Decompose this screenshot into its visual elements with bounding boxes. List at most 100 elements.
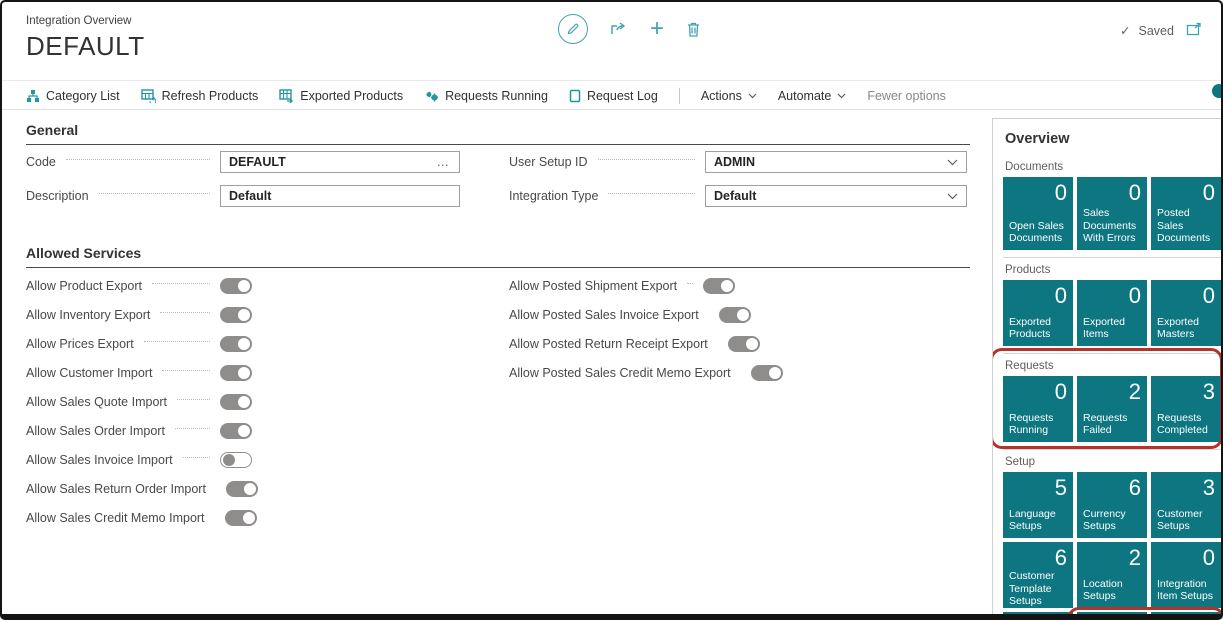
toggle-allow-prices-export[interactable] (220, 336, 252, 352)
description-field-row: Description Default (26, 185, 460, 207)
allowed-services-left-column: Allow Product Export Allow Inventory Exp… (26, 278, 252, 539)
tile-value: 0 (1009, 181, 1067, 205)
toggle-allow-posted-return-receipt-export[interactable] (728, 336, 760, 352)
tile-integration-item-setups[interactable]: 0 Integration Item Setups (1151, 542, 1221, 608)
tile-label: Exported Products (1009, 316, 1067, 341)
page-title: DEFAULT (26, 31, 145, 62)
toggle-row: Allow Posted Return Receipt Export (509, 336, 735, 352)
category-list-button[interactable]: Category List (26, 89, 120, 103)
tile-label: Location Setups (1083, 578, 1141, 603)
tile-label: Sales Documents With Errors (1083, 207, 1141, 245)
requests-running-button[interactable]: Requests Running (424, 89, 548, 103)
tile-language-setups[interactable]: 5 Language Setups (1003, 472, 1073, 538)
toggle-allow-sales-return-order-import[interactable] (226, 481, 258, 497)
tile-requests-failed[interactable]: 2 Requests Failed (1077, 376, 1147, 442)
toggle-allow-posted-sales-credit-memo-export[interactable] (751, 365, 783, 381)
toggle-allow-product-export[interactable] (220, 278, 252, 294)
cue-group-requests: Requests 0 Requests Running 2 Requests F… (1003, 353, 1221, 442)
description-input[interactable]: Default (220, 185, 460, 207)
tile-value: 0 (1009, 380, 1067, 404)
tile-customer-setups[interactable]: 3 Customer Setups (1151, 472, 1221, 538)
pencil-icon (566, 22, 580, 36)
tile-requests-running[interactable]: 0 Requests Running (1003, 376, 1073, 442)
integration-type-select[interactable]: Default (705, 185, 967, 207)
tile-currency-setups[interactable]: 6 Currency Setups (1077, 472, 1147, 538)
tile-label: Integration Item Setups (1157, 578, 1215, 603)
toggle-allow-posted-shipment-export[interactable] (703, 278, 735, 294)
tile-open-sales-documents[interactable]: 0 Open Sales Documents (1003, 177, 1073, 250)
toggle-row: Allow Inventory Export (26, 307, 252, 323)
user-setup-id-field-row: User Setup ID ADMIN (509, 151, 967, 173)
dotted-leader (608, 193, 695, 194)
tile-label: Requests Completed (1157, 412, 1215, 437)
share-button[interactable] (610, 21, 628, 37)
cue-group-setup: Setup 5 Language Setups 6 Currency Setup… (1003, 449, 1221, 616)
tile-exported-products[interactable]: 0 Exported Products (1003, 280, 1073, 346)
delete-button[interactable] (686, 21, 701, 38)
edit-button[interactable] (558, 14, 588, 44)
tile-exported-masters[interactable]: 0 Exported Masters (1151, 280, 1221, 346)
code-input[interactable]: DEFAULT … (220, 151, 460, 173)
fewer-options-button[interactable]: Fewer options (867, 89, 946, 103)
toggle-row: Allow Sales Order Import (26, 423, 252, 439)
toggle-row: Allow Posted Shipment Export (509, 278, 735, 294)
tile-label: Language Setups (1009, 508, 1067, 533)
dotted-leader (99, 193, 210, 194)
toggle-allow-sales-credit-memo-import[interactable] (225, 510, 257, 526)
toggle-allow-sales-invoice-import[interactable] (220, 452, 252, 468)
open-in-new-window-icon (1186, 22, 1203, 37)
tile-additional-data-setups[interactable]: 0 Additional Data Setups (1003, 612, 1073, 616)
tile-value: 0 (1157, 284, 1215, 308)
plus-icon: + (650, 17, 664, 41)
tile-location-setups[interactable]: 2 Location Setups (1077, 542, 1147, 608)
user-setup-id-select[interactable]: ADMIN (705, 151, 967, 173)
toggle-label: Allow Posted Sales Invoice Export (509, 308, 699, 322)
tile-label: Requests Failed (1083, 412, 1141, 437)
dotted-leader (687, 283, 693, 284)
toggle-allow-sales-quote-import[interactable] (220, 394, 252, 410)
code-value: DEFAULT (229, 155, 286, 169)
toggle-allow-inventory-export[interactable] (220, 307, 252, 323)
tile-scheduled-request-setups[interactable]: 1 Scheduled Request Setups (1151, 612, 1221, 616)
dotted-leader (175, 428, 210, 429)
dotted-leader (66, 159, 210, 160)
refresh-products-button[interactable]: Refresh Products (141, 89, 259, 103)
tile-posted-sales-documents[interactable]: 0 Posted Sales Documents (1151, 177, 1221, 250)
breadcrumb[interactable]: Integration Overview (26, 15, 131, 27)
tile-requests-completed[interactable]: 3 Requests Completed (1151, 376, 1221, 442)
toggle-label: Allow Posted Shipment Export (509, 279, 677, 293)
toggle-label: Allow Sales Order Import (26, 424, 165, 438)
requests-running-label: Requests Running (445, 89, 548, 103)
actions-menu-label: Actions (701, 89, 742, 103)
request-log-button[interactable]: Request Log (569, 89, 658, 103)
tile-exported-items[interactable]: 0 Exported Items (1077, 280, 1147, 346)
toggle-row: Allow Customer Import (26, 365, 252, 381)
tile-customer-template-setups[interactable]: 6 Customer Template Setups (1003, 542, 1073, 608)
export-grid-icon (279, 89, 294, 103)
exported-products-button[interactable]: Exported Products (279, 89, 403, 103)
chevron-down-icon[interactable] (947, 159, 958, 166)
tile-value: 0 (1157, 546, 1215, 570)
automate-menu[interactable]: Automate (778, 89, 847, 103)
tile-request-setups[interactable]: 2 Request Setups (1077, 612, 1147, 616)
actions-menu[interactable]: Actions (701, 89, 757, 103)
tile-label: Customer Template Setups (1009, 570, 1067, 608)
factbox-toggle-button[interactable] (1212, 84, 1223, 98)
assist-edit-button[interactable]: … (437, 155, 452, 169)
tile-label: Currency Setups (1083, 508, 1141, 533)
tile-value: 5 (1009, 476, 1067, 500)
open-in-new-window-button[interactable] (1186, 22, 1203, 37)
toggle-label: Allow Sales Quote Import (26, 395, 167, 409)
description-label: Description (26, 189, 89, 203)
integration-type-value: Default (714, 189, 756, 203)
toggle-allow-customer-import[interactable] (220, 365, 252, 381)
toggle-allow-posted-sales-invoice-export[interactable] (719, 307, 751, 323)
toggle-label: Allow Customer Import (26, 366, 152, 380)
new-button[interactable]: + (650, 17, 664, 41)
description-value: Default (229, 189, 271, 203)
allowed-services-right-column: Allow Posted Shipment Export Allow Poste… (509, 278, 735, 394)
toggle-allow-sales-order-import[interactable] (220, 423, 252, 439)
tile-sales-documents-with-errors[interactable]: 0 Sales Documents With Errors (1077, 177, 1147, 250)
share-icon (610, 21, 628, 37)
chevron-down-icon[interactable] (947, 193, 958, 200)
